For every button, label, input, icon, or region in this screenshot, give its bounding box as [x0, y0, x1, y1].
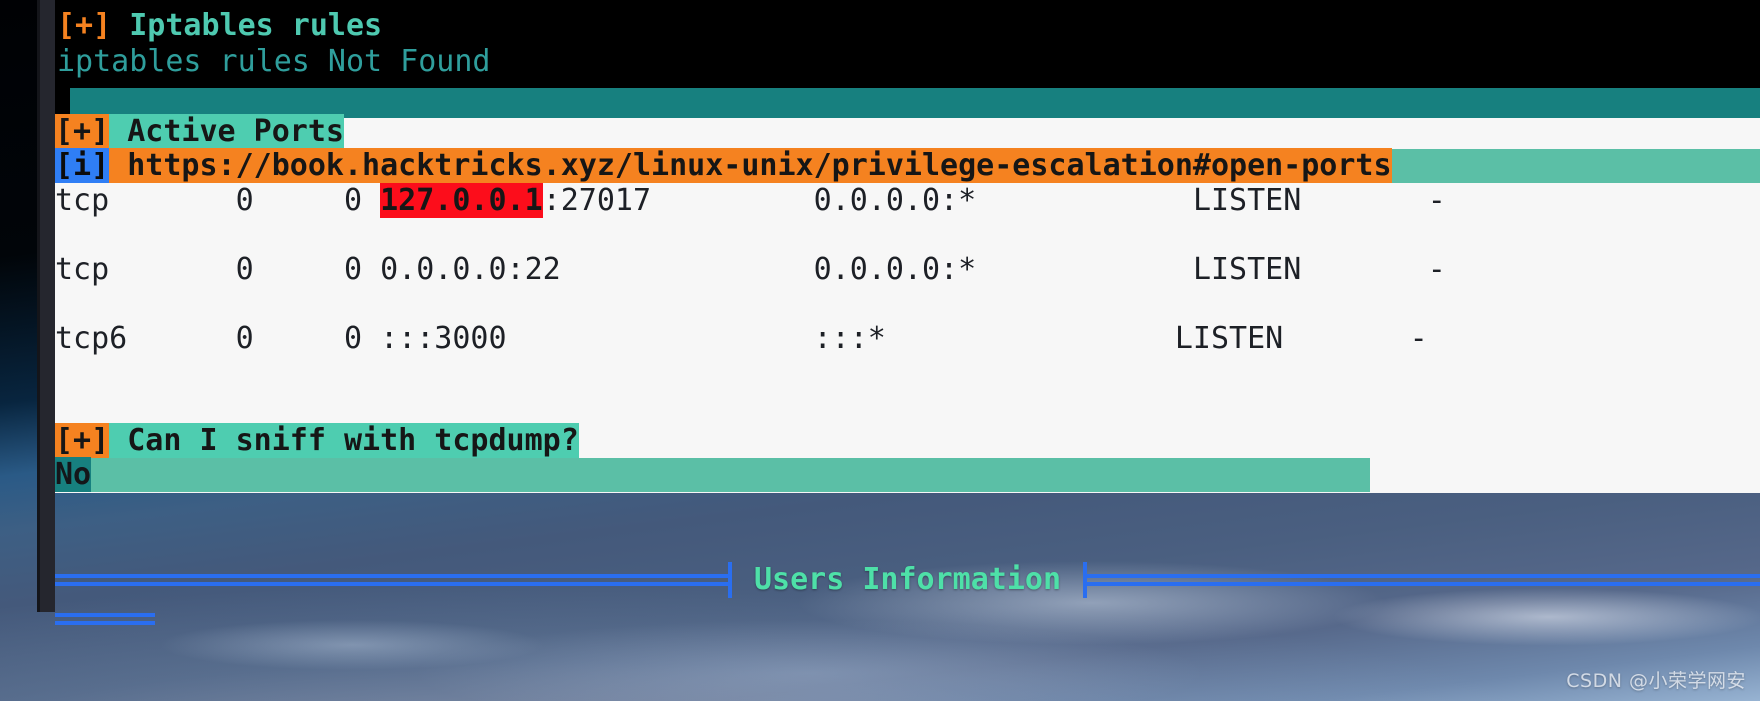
plus-tag-icon: [+]: [55, 423, 110, 458]
netstat-sendq: 0: [344, 183, 363, 218]
tcpdump-answer-band: [55, 458, 1370, 492]
tcpdump-answer-row: No: [55, 457, 92, 492]
netstat-sendq: 0: [344, 321, 363, 356]
separator-rule-lower: [55, 612, 155, 626]
netstat-recvq: 0: [235, 252, 254, 287]
netstat-state: LISTEN: [1192, 252, 1302, 287]
separator-rule-left: [55, 573, 728, 587]
netstat-proto: tcp: [55, 183, 110, 218]
netstat-recvq: 0: [235, 183, 254, 218]
netstat-proto: tcp: [55, 252, 110, 287]
plus-tag-icon: [+]: [57, 8, 112, 43]
terminal-window[interactable]: [+] Iptables rules iptables rules Not Fo…: [55, 0, 1760, 493]
section-header-tcpdump-label: Can I sniff with tcpdump?: [109, 423, 579, 458]
section-header-active-ports: [+] Active Ports: [55, 114, 344, 149]
netstat-foreign-address: :::*: [813, 321, 886, 356]
iptables-message: iptables rules Not Found: [57, 44, 491, 79]
plus-tag-icon: [+]: [55, 114, 110, 149]
netstat-pid: -: [1427, 252, 1446, 287]
hacktricks-url-link[interactable]: https://book.hacktricks.xyz/linux-unix/p…: [109, 148, 1392, 183]
netstat-state: LISTEN: [1174, 321, 1284, 356]
netstat-local-address-port: :27017: [542, 183, 652, 218]
csdn-watermark: CSDN @小荣学网安: [1566, 670, 1746, 692]
netstat-foreign-address: 0.0.0.0:*: [813, 183, 977, 218]
section-header-iptables-label: Iptables rules: [111, 8, 383, 43]
netstat-sendq: 0: [344, 252, 363, 287]
table-row: tcp 0 0 0.0.0.0:22 0.0.0.0:* LISTEN -: [55, 253, 1446, 287]
table-row: tcp 0 0 127.0.0.1:27017 0.0.0.0:* LISTEN…: [55, 183, 1446, 218]
netstat-state: LISTEN: [1192, 183, 1302, 218]
section-header-active-ports-label: Active Ports: [109, 114, 344, 149]
users-information-separator-lower: [55, 612, 155, 626]
netstat-pid: -: [1427, 183, 1446, 218]
users-information-title: Users Information: [753, 562, 1062, 597]
hacktricks-reference-row: [i] https://book.hacktricks.xyz/linux-un…: [55, 148, 1392, 183]
table-row: tcp6 0 0 :::3000 :::* LISTEN -: [55, 322, 1428, 356]
users-information-separator: Users Information: [55, 556, 1760, 604]
netstat-proto: tcp6: [55, 321, 128, 356]
tcpdump-answer-value: No: [55, 457, 92, 492]
netstat-local-address-highlight: 127.0.0.1: [380, 183, 543, 218]
section-header-tcpdump: [+] Can I sniff with tcpdump?: [55, 423, 579, 458]
window-left-sidebar[interactable]: [40, 0, 55, 612]
section-header-iptables: [+] Iptables rules: [57, 9, 382, 43]
info-tag-icon: [i]: [55, 148, 110, 183]
netstat-pid: -: [1409, 321, 1428, 356]
separator-rule-right: [1087, 573, 1760, 587]
netstat-recvq: 0: [235, 321, 254, 356]
netstat-local-address: :::3000: [380, 321, 507, 356]
netstat-local-address: 0.0.0.0:22: [380, 252, 561, 287]
netstat-foreign-address: 0.0.0.0:*: [813, 252, 977, 287]
